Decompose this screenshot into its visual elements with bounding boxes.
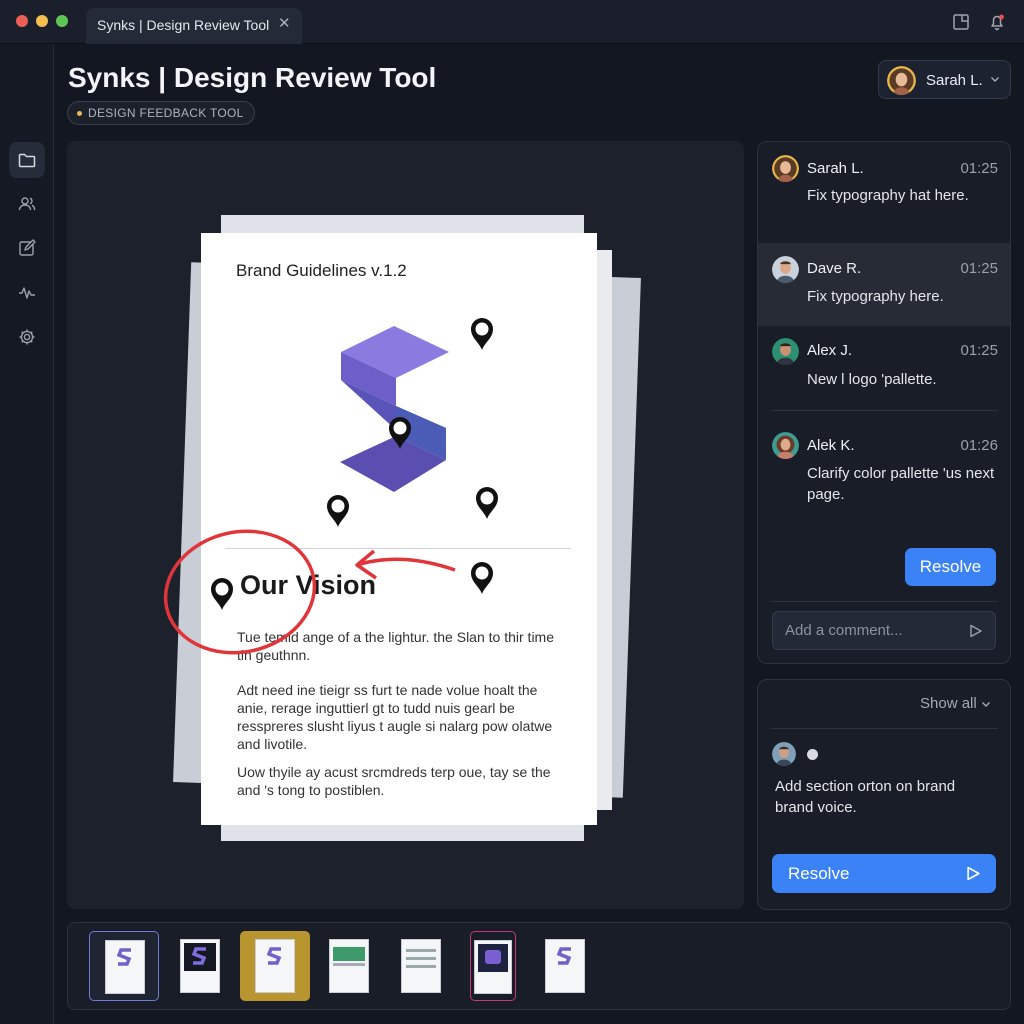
comment-author: Alek K. bbox=[807, 437, 855, 454]
divider bbox=[225, 548, 571, 549]
edit-icon bbox=[19, 239, 36, 256]
comment-time: 01:25 bbox=[960, 160, 998, 177]
logo-icon bbox=[116, 948, 132, 966]
thumbnail[interactable] bbox=[326, 931, 372, 1001]
close-window-button[interactable] bbox=[16, 15, 28, 27]
comment-text: Clarify color pallette 'us next page. bbox=[807, 465, 995, 503]
sidebar-item-activity[interactable] bbox=[9, 275, 45, 311]
divider bbox=[771, 410, 998, 411]
divider bbox=[771, 728, 998, 729]
divider bbox=[771, 601, 998, 602]
avatar bbox=[772, 338, 799, 365]
resolve-button[interactable]: Resolve bbox=[905, 548, 996, 586]
show-all-button[interactable]: Show all bbox=[920, 695, 977, 712]
map-pin-icon[interactable] bbox=[474, 485, 500, 521]
logo-icon bbox=[556, 947, 572, 965]
title-bar: Synks | Design Review Tool ✕ bbox=[0, 0, 1024, 44]
activity-icon bbox=[19, 287, 35, 299]
status-dot bbox=[807, 749, 818, 760]
map-pin-icon[interactable] bbox=[387, 415, 413, 451]
users-icon bbox=[18, 197, 36, 211]
user-menu-button[interactable]: Sarah L. bbox=[878, 60, 1011, 99]
document-paragraph: Tue temid ange of a the lightur. the Sla… bbox=[237, 629, 554, 663]
map-pin-icon[interactable] bbox=[469, 316, 495, 352]
resolve-label: Resolve bbox=[788, 864, 850, 883]
sidebar bbox=[0, 44, 54, 1024]
comments-panel: Sarah L. 01:25 Fix typography hat here. … bbox=[757, 141, 1011, 664]
avatar bbox=[772, 432, 799, 459]
comment-item[interactable]: Alex J. 01:25 New l logo 'pallette. bbox=[758, 327, 1010, 411]
page-filmstrip bbox=[67, 922, 1011, 1010]
tab-close-icon[interactable]: ✕ bbox=[278, 16, 291, 32]
user-name: Sarah L. bbox=[926, 72, 983, 89]
feedback-text: Add section orton on brand brand voice. bbox=[775, 778, 956, 816]
document-paragraph: Adt need ine tieigr ss furt te nade volu… bbox=[237, 682, 553, 752]
chevron-down-icon bbox=[991, 77, 999, 82]
map-pin-icon[interactable] bbox=[325, 493, 351, 529]
thumbnail-selected[interactable] bbox=[89, 931, 159, 1001]
comment-item[interactable]: Dave R. 01:25 Fix typography here. bbox=[758, 243, 1010, 326]
comment-author: Sarah L. bbox=[807, 160, 864, 177]
comment-time: 01:25 bbox=[960, 342, 998, 359]
document-section-title: Our Vision bbox=[240, 570, 377, 600]
document-paragraph: Uow thyile ay acust srcmdreds terp oue, … bbox=[237, 764, 551, 798]
feedback-panel: Show all Add section orton on brand bran… bbox=[757, 679, 1011, 910]
sidebar-item-settings[interactable] bbox=[9, 319, 45, 355]
comment-item[interactable]: Sarah L. 01:25 Fix typography hat here. bbox=[758, 142, 1010, 242]
comment-time: 01:26 bbox=[960, 437, 998, 454]
sidebar-item-edit[interactable] bbox=[9, 230, 45, 266]
window-icon[interactable] bbox=[951, 12, 971, 32]
send-icon[interactable] bbox=[969, 624, 983, 638]
avatar bbox=[772, 742, 796, 766]
comment-time: 01:25 bbox=[960, 260, 998, 277]
comment-item[interactable]: Alek K. 01:26 Clarify color pallette 'us… bbox=[758, 412, 1010, 532]
page-title: Synks | Design Review Tool bbox=[68, 62, 437, 93]
map-pin-icon[interactable] bbox=[469, 560, 495, 596]
thumbnail-highlighted[interactable] bbox=[240, 931, 310, 1001]
comment-text: Fix typography hat here. bbox=[807, 187, 969, 204]
document-heading: Brand Guidelines v.1.2 bbox=[236, 261, 407, 280]
thumbnail[interactable] bbox=[177, 931, 223, 1001]
gear-icon bbox=[19, 329, 35, 345]
comment-text: New l logo 'pallette. bbox=[807, 371, 937, 388]
tab-title: Synks | Design Review Tool bbox=[97, 17, 270, 33]
avatar bbox=[772, 256, 799, 283]
thumbnail[interactable] bbox=[398, 931, 444, 1001]
logo-icon bbox=[266, 947, 282, 965]
sidebar-item-files[interactable] bbox=[9, 142, 45, 178]
bell-icon[interactable] bbox=[987, 12, 1007, 32]
chevron-down-icon[interactable] bbox=[980, 698, 992, 710]
minimize-window-button[interactable] bbox=[36, 15, 48, 27]
browser-tab[interactable]: Synks | Design Review Tool ✕ bbox=[86, 8, 302, 44]
app-window: Synks | Design Review Tool ✕ Synks | Des… bbox=[0, 0, 1024, 1024]
map-pin-icon[interactable] bbox=[209, 576, 235, 612]
logo-icon bbox=[191, 947, 207, 965]
send-icon bbox=[967, 866, 980, 881]
thumbnail[interactable] bbox=[542, 931, 588, 1001]
comment-field[interactable] bbox=[772, 611, 996, 650]
folder-icon bbox=[18, 153, 36, 168]
avatar bbox=[887, 66, 916, 95]
resolve-button[interactable]: Resolve bbox=[772, 854, 996, 893]
thumbnail-highlighted[interactable] bbox=[470, 931, 516, 1001]
sidebar-item-team[interactable] bbox=[9, 186, 45, 222]
maximize-window-button[interactable] bbox=[56, 15, 68, 27]
comment-author: Alex J. bbox=[807, 342, 853, 359]
comment-input[interactable] bbox=[773, 612, 963, 649]
status-badge: DESIGN FEEDBACK TOOL bbox=[67, 101, 255, 125]
comment-author: Dave R. bbox=[807, 260, 862, 277]
avatar bbox=[772, 155, 799, 182]
comment-text: Fix typography here. bbox=[807, 288, 944, 305]
